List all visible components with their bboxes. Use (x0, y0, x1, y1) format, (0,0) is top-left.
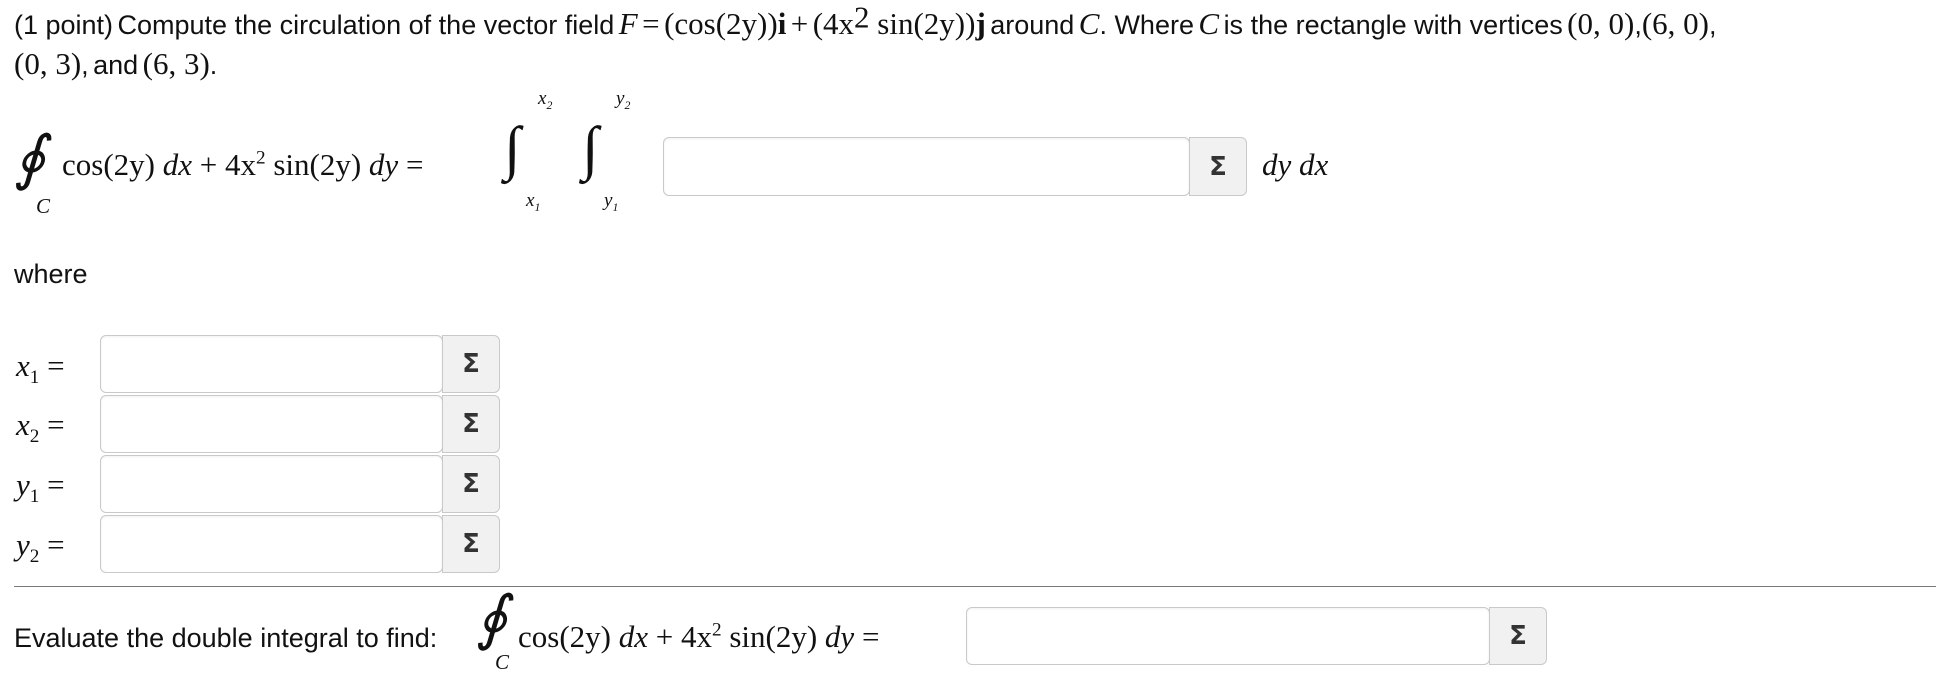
and-text: and (93, 50, 139, 80)
points-label: (1 point) (14, 10, 114, 40)
sigma-icon[interactable]: Σ (442, 455, 500, 513)
dx-differential: dx (162, 147, 192, 182)
sigma-icon[interactable]: Σ (442, 395, 500, 453)
evaluate-expression: cos(2y) dx + 4x2 sin(2y) dy = (518, 619, 880, 654)
plus-sign: + (790, 6, 809, 41)
field-component-j-part1: (4x (812, 6, 855, 41)
equals-sign: = (642, 6, 660, 41)
where-label: where (14, 259, 88, 289)
rectangle-text: is the rectangle with vertices (1223, 10, 1563, 40)
field-component-j-part2: sin(2y)) (869, 6, 976, 41)
divider (14, 586, 1936, 587)
vertex-1: (0, 0) (1567, 6, 1635, 41)
i-unit-vector: i (777, 6, 787, 41)
bound-label-y1: y1 = (16, 467, 65, 508)
curve-symbol: C (1078, 6, 1100, 41)
plus-4x: + 4x (199, 147, 256, 182)
inner-lower-limit: y1 (604, 190, 619, 214)
problem-statement: (1 point) Compute the circulation of the… (14, 0, 1717, 41)
integrand-expression: cos(2y) dx + 4x2 sin(2y) dy = (62, 145, 423, 185)
integrand-cos: cos(2y) (62, 147, 155, 182)
x1-input[interactable] (100, 335, 443, 393)
sin-term: sin(2y) (265, 147, 362, 182)
sigma-icon[interactable]: Σ (1189, 137, 1247, 196)
sigma-icon[interactable]: Σ (442, 335, 500, 393)
inner-upper-limit: y2 (616, 88, 631, 112)
contour-integral-icon: ∮ (476, 585, 508, 651)
contour-integral-icon: ∮ (14, 125, 46, 191)
curve-symbol-2: C (1198, 6, 1220, 41)
vertex-3: (0, 3) (14, 46, 82, 81)
around-text: around (990, 10, 1075, 40)
x2-input[interactable] (100, 395, 443, 453)
intro-text: Compute the circulation of the vector fi… (117, 10, 615, 40)
j-unit-vector: j (975, 6, 986, 41)
field-component-i: (cos(2y)) (664, 6, 778, 41)
answer-input[interactable] (966, 607, 1490, 665)
problem-statement-line2: (0, 3), and (6, 3). (14, 46, 218, 81)
integrand-input[interactable] (663, 137, 1190, 196)
contour-subscript-2: C (495, 650, 510, 674)
where-text: . Where (1099, 10, 1194, 40)
sigma-icon[interactable]: Σ (442, 515, 500, 573)
dy-differential: dy (368, 147, 399, 182)
exponent-2: 2 (255, 147, 266, 169)
equals-sign-2: = (405, 147, 424, 182)
bound-label-x2: x2 = (16, 407, 65, 448)
bound-label-x1: x1 = (16, 348, 65, 389)
outer-upper-limit: x2 (538, 88, 553, 112)
vertex-2: (6, 0) (1641, 6, 1709, 41)
y1-input[interactable] (100, 455, 443, 513)
evaluate-label: Evaluate the double integral to find: (14, 623, 438, 653)
vertex-4: (6, 3) (142, 46, 210, 81)
y2-input[interactable] (100, 515, 443, 573)
bound-label-y2: y2 = (16, 527, 65, 568)
exponent: 2 (854, 0, 870, 35)
sigma-icon[interactable]: Σ (1489, 607, 1547, 665)
contour-subscript: C (36, 194, 51, 218)
diff-label: dy dx (1262, 147, 1329, 182)
vector-field-symbol: F (618, 6, 638, 41)
outer-lower-limit: x1 (526, 190, 541, 214)
inner-integral-sign: ∫ (582, 115, 599, 181)
outer-integral-sign: ∫ (504, 115, 521, 181)
